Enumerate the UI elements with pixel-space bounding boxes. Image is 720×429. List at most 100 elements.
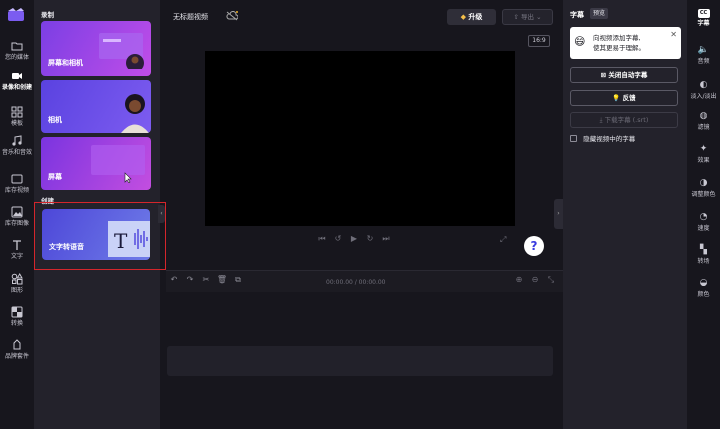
speedometer-icon: ◔ [699,212,708,222]
magic-wand-icon: ✦ [699,144,708,154]
rail-item-text[interactable]: 文字 [0,239,34,260]
upgrade-button[interactable]: ◆ 升级 [447,9,496,25]
chevron-down-icon: ⌄ [536,13,542,21]
rail-item-transition[interactable]: ▚ 转场 [687,245,720,265]
collapse-panel-button[interactable]: ‹ [158,205,165,223]
export-button[interactable]: ⇧ 导出 ⌄ [502,9,553,25]
rail-item-speed[interactable]: ◔ 速度 [687,212,720,232]
fullscreen-icon[interactable]: ⤢ [500,235,506,245]
rail-item-label: 速度 [697,225,710,232]
rail-item-label: 效果 [697,157,710,164]
text-t-icon [13,240,21,250]
template-grid-icon [11,106,23,118]
rail-item-label: 音乐和音效 [1,149,32,156]
rail-item-brand-kit[interactable]: 品牌套件 [0,339,34,360]
rail-item-graphics[interactable]: 图形 [0,273,34,294]
skip-start-icon[interactable]: ⏮ [314,234,330,244]
checkbox[interactable] [570,134,577,142]
video-camera-icon [12,73,22,79]
timecode: 00:00.00 / 00:00.00 [326,279,386,286]
transition-icon: ▚ [700,245,707,255]
cc-icon: CC [697,9,710,18]
highlight-box [34,202,166,270]
rewind-5-icon[interactable]: ↺ [330,234,346,243]
rail-item-audio[interactable]: 🔈 音频 [687,45,720,65]
rail-item-label: 调整颜色 [691,191,716,198]
hide-captions-checkbox[interactable]: 隐藏视频中的字幕 [570,133,635,143]
playback-controls: ⏮ ↺ ▶ ↻ ⏭ [314,234,410,246]
contrast-icon: ◑ [699,178,708,188]
zoom-in-icon[interactable]: ⊕ [511,275,527,284]
aspect-ratio-button[interactable]: 16:9 [528,35,550,47]
shapes-icon [11,273,23,285]
rail-item-transitions[interactable]: 转换 [0,306,34,327]
timeline-track[interactable] [167,346,553,376]
timeline-tools: ↶ ↷ ✂ 🗑 ⧉ [166,275,246,285]
card-label: 屏幕和相机 [48,59,83,67]
download-icon: ⤓ [599,116,603,124]
rail-item-stock-images[interactable]: 库存图像 [0,206,34,227]
rail-item-label: 图形 [10,287,23,294]
palette-icon: ◒ [699,278,708,288]
rail-item-captions[interactable]: CC 字幕 [687,9,720,27]
rail-item-fade[interactable]: ◐ 淡入/淡出 [687,80,720,100]
skip-end-icon[interactable]: ⏭ [378,234,394,244]
rail-item-stock-video[interactable]: 库存视频 [0,173,34,194]
rail-item-your-media[interactable]: 您的媒体 [0,40,34,61]
section-heading-record: 录制 [41,11,54,19]
rail-item-color[interactable]: ◒ 颜色 [687,278,720,298]
card-screen[interactable]: 屏幕 [41,137,151,190]
rail-item-effects[interactable]: ✦ 效果 [687,144,720,164]
preview-badge: 预览 [590,8,609,19]
rail-item-label: 转换 [10,320,23,327]
duplicate-icon[interactable]: ⧉ [230,275,246,285]
card-label: 相机 [48,116,62,124]
checkbox-label: 隐藏视频中的字幕 [583,135,636,143]
disable-auto-captions-button[interactable]: ⊠ 关闭自动字幕 [570,67,678,83]
filter-icon: ◍ [699,111,708,121]
tip-line-1: 向视频添加字幕, [593,34,641,42]
right-rail: CC 字幕 🔈 音频 ◐ 淡入/淡出 ◍ 滤镜 ✦ 效果 ◑ 调整颜色 ◔ 速度… [687,0,720,429]
play-icon[interactable]: ▶ [346,234,362,243]
fit-icon[interactable]: ⤡ [543,275,559,285]
forward-5-icon[interactable]: ↻ [362,234,378,243]
card-camera[interactable]: 相机 [41,80,151,133]
undo-icon[interactable]: ↶ [166,275,182,284]
screen-window-icon [91,145,145,183]
rail-item-label: 文字 [10,253,23,260]
video-preview[interactable] [205,51,515,226]
upload-icon: ⇧ [513,13,519,21]
upgrade-label: 升级 [468,13,483,21]
rail-item-music[interactable]: 音乐和音效 [0,135,34,156]
expand-right-panel-button[interactable]: › [554,199,563,229]
scissors-icon[interactable]: ✂ [198,275,214,284]
card-label: 屏幕 [48,173,62,181]
rail-item-record-create[interactable]: 录像和创建 [0,70,34,91]
export-label: 导出 [521,13,534,21]
redo-icon[interactable]: ↷ [182,275,198,284]
brand-kit-icon [13,339,21,350]
rail-item-label: 您的媒体 [4,54,29,61]
person-avatar-icon [121,94,149,133]
lightbulb-icon: 💡 [612,94,621,102]
button-label: 关闭自动字幕 [608,71,648,79]
zoom-controls: ⊕ ⊖ ⤡ [511,275,559,285]
zoom-out-icon[interactable]: ⊖ [527,275,543,284]
clipchamp-logo-icon[interactable] [7,8,25,22]
rail-item-filters[interactable]: ◍ 滤镜 [687,111,720,131]
rail-item-adjust-colors[interactable]: ◑ 调整颜色 [687,178,720,198]
rail-item-label: 字幕 [697,20,710,27]
project-title[interactable]: 无标题视频 [173,12,208,22]
download-captions-button[interactable]: ⤓ 下载字幕 (.srt) [570,112,678,128]
rail-item-label: 品牌套件 [4,353,29,360]
help-button[interactable]: ? [524,236,544,256]
cloud-off-icon[interactable] [226,11,238,21]
close-icon[interactable]: ✕ [670,30,677,39]
trash-icon[interactable]: 🗑 [214,275,230,284]
folder-icon [11,42,23,51]
card-screen-and-camera[interactable]: 屏幕和相机 [41,21,151,76]
image-icon [11,206,23,218]
rail-item-templates[interactable]: 模板 [0,106,34,127]
feedback-button[interactable]: 💡 反馈 [570,90,678,106]
rail-item-label: 模板 [10,120,23,127]
